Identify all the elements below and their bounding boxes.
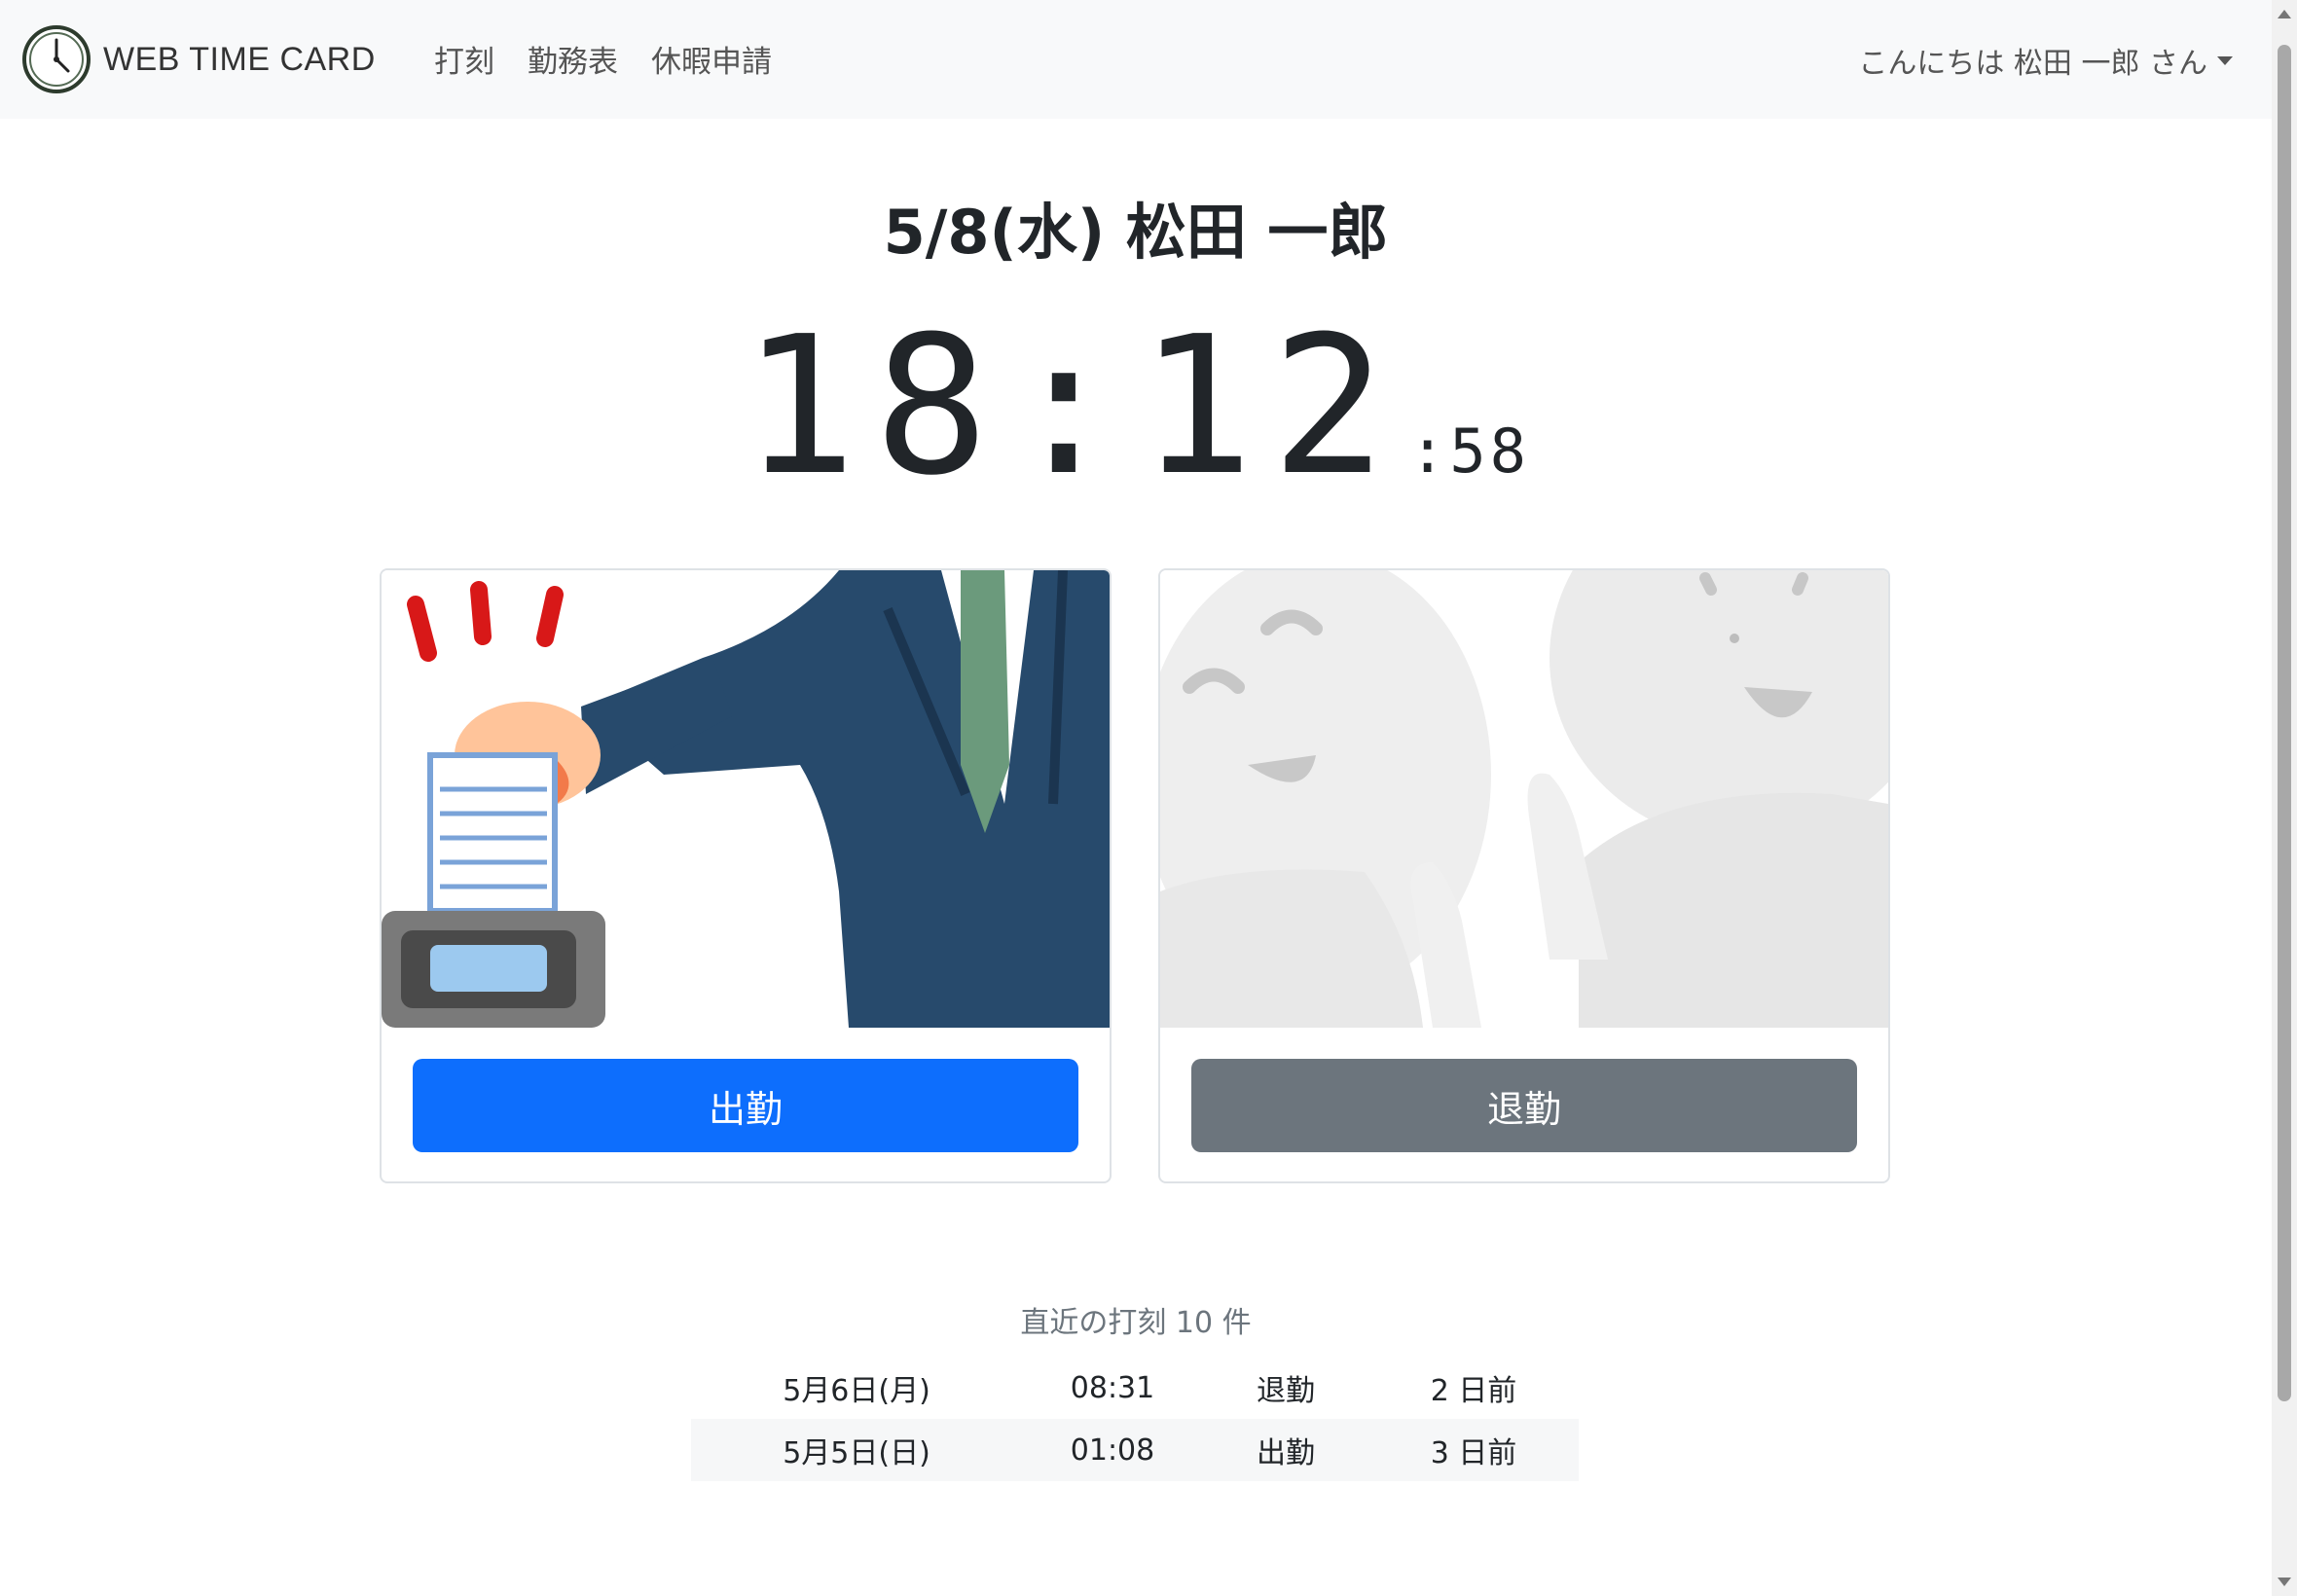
clock-separator: : [1006,296,1140,518]
clock-in-button[interactable]: 出勤 [413,1059,1078,1152]
clock-out-button[interactable]: 退勤 [1191,1059,1857,1152]
scroll-up-icon[interactable] [2278,10,2291,18]
clock-out-illustration [1160,570,1888,1028]
digital-clock: 18:12:58 [0,311,2272,502]
clock-in-illustration [382,570,1110,1028]
clock-minutes: 12 [1139,296,1404,518]
brand-link[interactable]: WEB TIME CARD [21,23,376,95]
nav-link-timesheet[interactable]: 勤務表 [528,37,618,81]
clock-seconds: :58 [1409,416,1531,487]
row-ago: 2 日前 [1430,1374,1517,1408]
user-greeting: こんにちは 松田 一郎 さん [1858,47,2207,81]
nav-link-punch[interactable]: 打刻 [434,37,494,81]
nav-links: 打刻 勤務表 休暇申請 [434,37,772,81]
table-row: 5月6日(月) 08:31 退勤 2 日前 [691,1357,1579,1419]
table-row: 5月5日(日) 01:08 出勤 3 日前 [691,1419,1579,1481]
caret-down-icon [2217,55,2233,65]
row-type: 出勤 [1257,1436,1315,1470]
row-time: 01:08 [1070,1433,1155,1468]
page-scrollbar[interactable] [2272,0,2297,1596]
navbar: WEB TIME CARD 打刻 勤務表 休暇申請 こんにちは 松田 一郎 さん [0,0,2272,119]
row-type: 退勤 [1257,1374,1315,1408]
clock-logo-icon [22,25,91,93]
row-ago: 3 日前 [1430,1436,1517,1470]
clock-in-card: 出勤 [380,568,1112,1183]
row-time: 08:31 [1070,1370,1155,1405]
brand-name: WEB TIME CARD [103,40,376,78]
nav-link-leave-request[interactable]: 休暇申請 [651,37,772,81]
clock-out-card: 退勤 [1158,568,1890,1183]
row-date: 5月5日(日) [783,1436,930,1470]
recent-punches-title: 直近の打刻 10 件 [1020,1306,1252,1340]
scroll-down-icon[interactable] [2278,1578,2291,1586]
scroll-thumb[interactable] [2278,45,2291,1401]
clock-hours: 18 [741,296,1006,518]
page-title: 5/8(水) 松田 一郎 [883,197,1389,268]
user-menu-dropdown[interactable]: こんにちは 松田 一郎 さん [1858,39,2233,82]
row-date: 5月6日(月) [783,1374,930,1408]
recent-punches-table: 5月6日(月) 08:31 退勤 2 日前 5月5日(日) 01:08 出勤 3… [691,1357,1579,1481]
